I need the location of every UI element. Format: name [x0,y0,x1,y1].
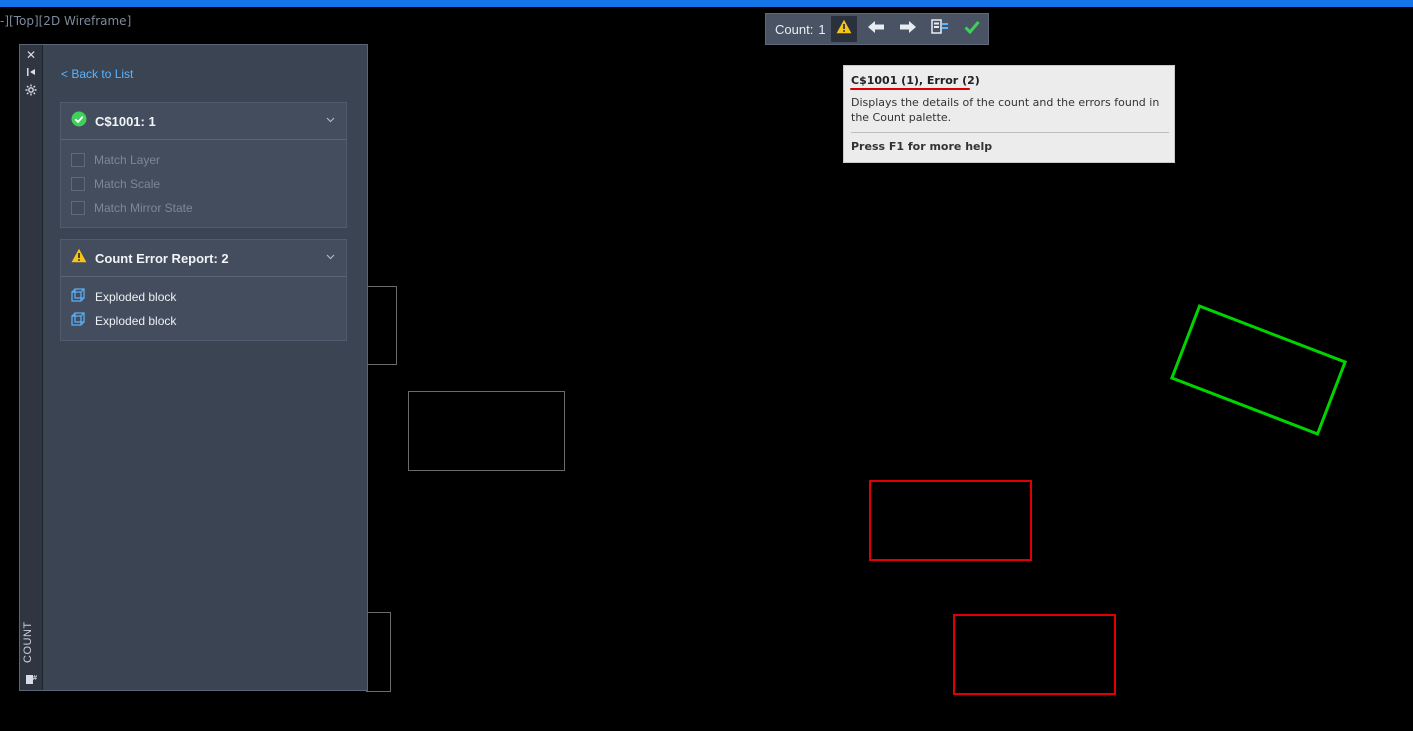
chevron-down-icon[interactable] [326,115,335,123]
option-label: Match Layer [94,153,161,167]
match-mirror-state-checkbox[interactable] [71,201,85,215]
insert-table-icon [930,18,949,40]
match-scale-option[interactable]: Match Scale [61,172,346,196]
count-toolbar: Count: 1 [765,13,989,45]
error-item-label: Exploded block [95,290,177,304]
match-layer-option[interactable]: Match Layer [61,148,346,172]
error-report-title: Count Error Report: 2 [95,250,229,266]
title-accent-bar [0,0,1413,7]
count-table-icon[interactable]: # [23,673,39,689]
svg-text:#: # [32,674,37,682]
tooltip-title-underline [850,88,970,90]
block-outline[interactable] [408,391,565,471]
palette-title-strip: ✕ COUNT # [20,45,43,690]
palette-title: COUNT [22,621,34,663]
option-label: Match Scale [94,177,161,191]
insert-table-button[interactable] [927,16,953,42]
counted-block-outline[interactable] [1169,304,1348,436]
error-report-button[interactable] [830,16,857,42]
tooltip-divider [851,132,1169,133]
error-item[interactable]: Exploded block [61,285,346,309]
close-icon[interactable]: ✕ [23,47,39,63]
count-palette: ✕ COUNT # < Back to List C$1001: 1 Match… [19,44,368,691]
tooltip-title: C$1001 (1), Error (2) [851,74,980,87]
chevron-down-icon[interactable] [326,252,335,260]
dock-icon[interactable] [23,65,39,81]
error-item-label: Exploded block [95,314,177,328]
block-count-title: C$1001: 1 [95,113,156,129]
back-to-list-link[interactable]: < Back to List [61,67,133,81]
next-button[interactable] [895,16,921,42]
arrow-right-icon [899,20,917,39]
previous-button[interactable] [863,16,889,42]
settings-icon[interactable] [23,84,39,100]
finish-button[interactable] [959,16,985,42]
warning-icon [836,19,852,39]
error-item[interactable]: Exploded block [61,309,346,333]
count-label: Count: [775,21,814,37]
block-icon [71,311,87,331]
block-outline[interactable] [366,286,397,365]
block-count-section: C$1001: 1 Match Layer Match Scale Match … [60,102,347,228]
arrow-left-icon [867,20,885,39]
error-report-section: Count Error Report: 2 Exploded block Exp… [60,239,347,341]
block-count-header[interactable]: C$1001: 1 [61,103,346,140]
match-scale-checkbox[interactable] [71,177,85,191]
tooltip-help-hint: Press F1 for more help [851,140,993,153]
check-circle-icon [71,111,87,132]
error-block-outline[interactable] [953,614,1116,695]
error-report-header[interactable]: Count Error Report: 2 [61,240,346,277]
block-outline[interactable] [366,612,391,692]
tooltip-description: Displays the details of the count and th… [851,96,1160,124]
viewport-controls-label[interactable]: -][Top][2D Wireframe] [0,14,131,28]
error-tooltip: C$1001 (1), Error (2) Displays the detai… [843,65,1175,163]
match-layer-checkbox[interactable] [71,153,85,167]
block-icon [71,287,87,307]
match-mirror-state-option[interactable]: Match Mirror State [61,196,346,220]
error-block-outline[interactable] [869,480,1032,561]
count-value: 1 [818,21,826,37]
checkmark-icon [963,20,980,39]
option-label: Match Mirror State [94,201,193,215]
warning-icon [71,248,87,268]
